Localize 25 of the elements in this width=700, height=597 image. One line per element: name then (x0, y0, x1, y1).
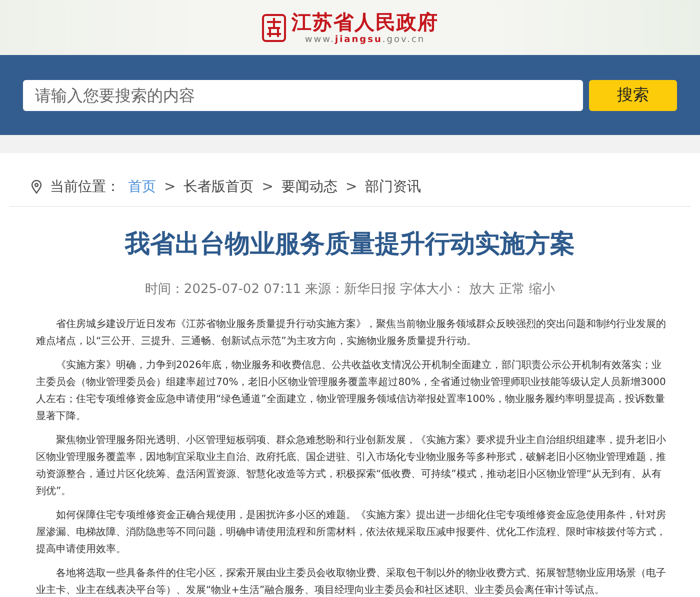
article-paragraph: 如何保障住宅专项维修资金正确合规使用，是困扰许多小区的难题。《实施方案》提出进一步细化住宅专项维修资金应急使用条件，针对房屋渗漏、电梯故障、消防隐患等不同问题，明确申请使用流程和所需材料，依法依规采取压减申报要件、优化工作流程、限时审核拨付等方式，提高申请使用效率。 (36, 508, 667, 557)
article-paragraph: 省住房城乡建设厅近日发布《江苏省物业服务质量提升行动实施方案》，聚焦当前物业服务领域群众反映强烈的突出问题和制约行业发展的难点堵点，以“三公开、三提升、三通畅、创新试点示范”为主攻方向，实施物业服务质量提升行动。 (36, 318, 667, 349)
article-paragraph: 各地将选取一些具备条件的住宅小区，探索开展由业主委员会收取物业费、采取包干制以外的物业收费方式、拓展智慧物业应用场景（电子业主卡、业主在线表决平台等）、发展“物业+生活”融合服务、项目经理向业主委员会和社区述职、业主委员会离任审计等试点。 (36, 566, 667, 597)
site-url: www.jiangsu.gov.cn (304, 34, 426, 46)
logo-icon (262, 14, 286, 42)
site-name: 江苏省人民政府 (292, 10, 438, 34)
search-button[interactable]: 搜索 (589, 80, 677, 110)
location-pin-icon (31, 180, 42, 194)
search-field[interactable]: 请输入您要搜索的内容 (23, 80, 583, 110)
font-size-label: 字体大小： (400, 281, 466, 298)
article-source: 来源：新华日报 (305, 281, 396, 298)
breadcrumb-link[interactable]: 长者版首页 (184, 178, 254, 196)
breadcrumb-link[interactable]: 要闻动态 (281, 178, 338, 196)
breadcrumb-separator: > (164, 179, 176, 195)
article-paragraph: 聚焦物业管理服务阳光透明、小区管理短板弱项、群众急难愁盼和行业创新发展，《实施方案》要求提升业主自治组织组建率，提升老旧小区物业管理服务覆盖率，因地制宜采取业主自治、政府托底、国企进驻、引入市场化专业物业服务等多种形式，破解老旧小区物业管理难题，推动资源整合，通过片区化统筹、盘活闲置资源、智慧化改造等方式，积极探索“低收费、可持续”模式，推动老旧小区物业管理“从无到有、从有到优”。 (36, 434, 667, 499)
article-paragraph: 《实施方案》明确，力争到2026年底，物业服务和收费信息、公共收益收支情况公开机制全面建立，部门职责公示公开机制有效落实；业主委员会（物业管理委员会）组建率超过70%，老旧小区物业管理服务覆盖率超过80%，全省通过物业管理师职业技能等级认定人员新增3000人左右；住宅专项维修资金应急申请使用“绿色通道”全面建立，物业管理服务领域信访举报处置率100%，物业服务履约率明显提高，投诉数量显著下降。 (36, 358, 667, 424)
font-size-link[interactable]: 缩小 (529, 280, 556, 298)
font-size-link[interactable]: 放大 (469, 280, 496, 298)
publish-time: 时间：2025-07-02 07:11 (144, 281, 302, 298)
breadcrumb-link[interactable]: 部门资讯 (365, 178, 422, 196)
article-title: 我省出台物业服务质量提升行动实施方案 (124, 228, 576, 260)
font-size-link[interactable]: 正常 (499, 280, 526, 298)
breadcrumb-label: 当前位置： (50, 178, 120, 196)
breadcrumb-separator: > (262, 179, 274, 195)
breadcrumb-separator: > (345, 179, 358, 195)
